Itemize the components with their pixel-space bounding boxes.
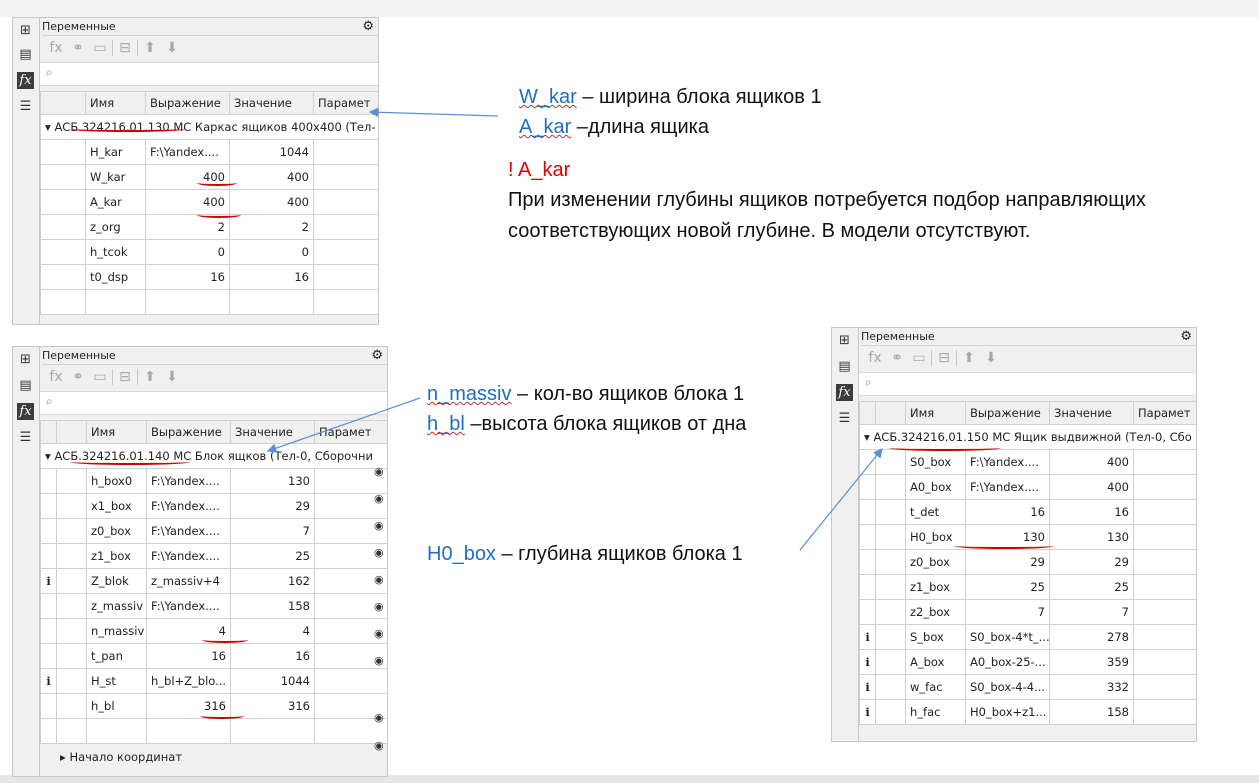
arrow-line xyxy=(368,107,499,118)
arrow-layer xyxy=(266,107,883,551)
arrow-line xyxy=(266,397,421,453)
arrow-line xyxy=(799,448,883,551)
